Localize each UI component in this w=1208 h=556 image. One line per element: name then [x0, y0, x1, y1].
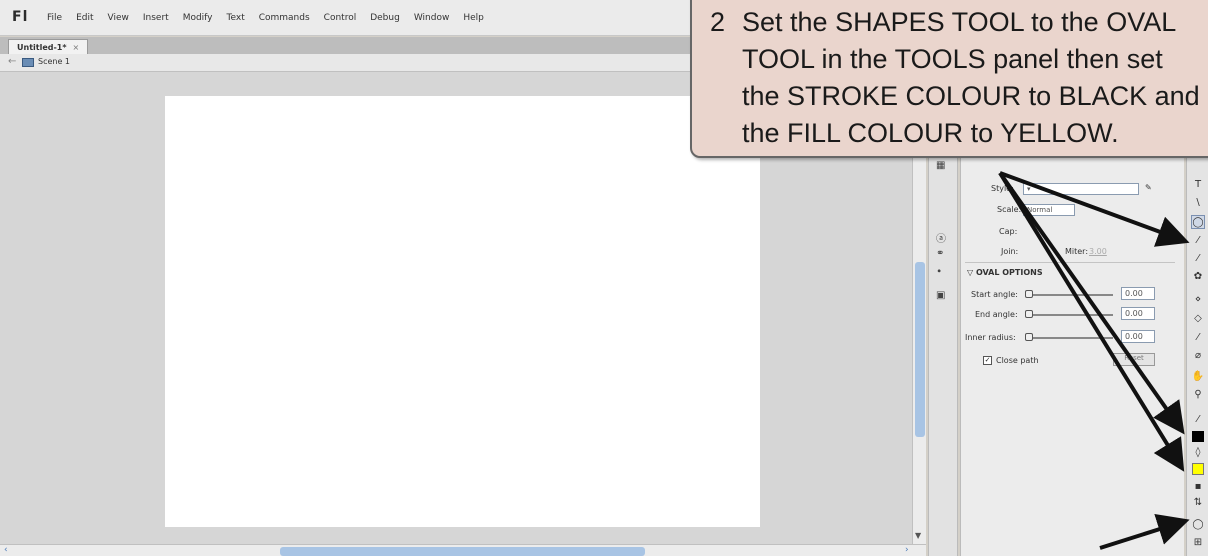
step-number: 2	[710, 7, 726, 37]
flash-window: Fl File Edit View Insert Modify Text Com…	[0, 0, 1208, 556]
arrow-to-object-drawing	[1099, 514, 1190, 550]
arrow-to-oval-tool	[999, 171, 1190, 247]
callout-text: 2 Set the SHAPES TOOL to the OVAL TOOL in…	[710, 4, 1208, 152]
arrow-to-stroke-color	[998, 171, 1185, 435]
arrow-to-fill-color	[998, 171, 1185, 472]
callout-line-4: the FILL COLOUR to YELLOW.	[742, 118, 1119, 148]
instruction-callout: 2 Set the SHAPES TOOL to the OVAL TOOL in…	[690, 0, 1208, 158]
callout-line-1: Set the SHAPES TOOL to the OVAL	[742, 7, 1177, 37]
callout-line-3: the STROKE COLOUR to BLACK and	[742, 81, 1200, 111]
callout-line-2: TOOL in the TOOLS panel then set	[742, 44, 1163, 74]
